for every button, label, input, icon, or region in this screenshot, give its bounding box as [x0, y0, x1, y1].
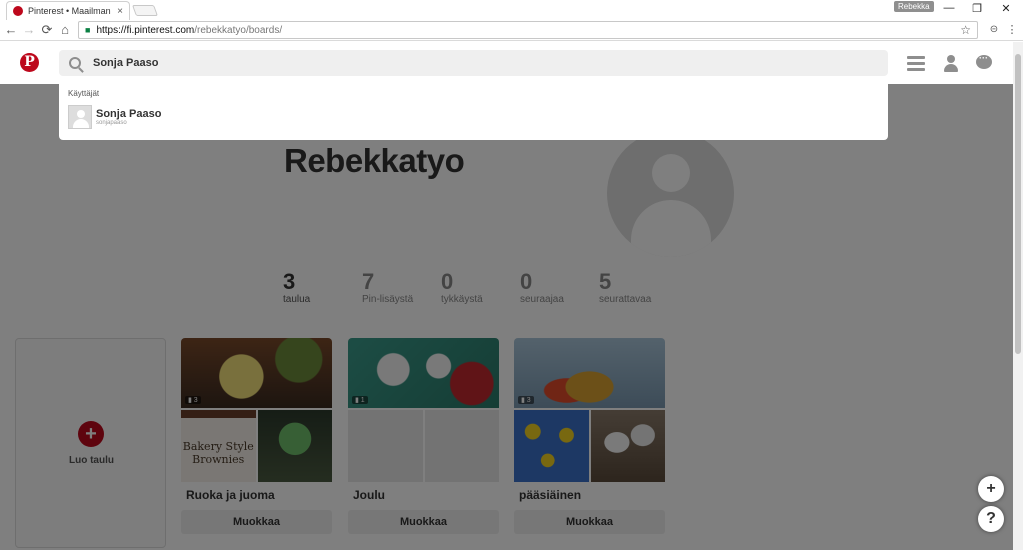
suggestion-name: Sonja Paaso: [96, 108, 162, 120]
tab-title: Pinterest • Maailman kä: [28, 6, 113, 16]
home-icon[interactable]: ⌂: [57, 22, 73, 38]
tab-close-icon[interactable]: ×: [117, 6, 123, 17]
profile-icon[interactable]: [942, 55, 960, 73]
page-scrollbar[interactable]: [1013, 42, 1023, 550]
maximize-icon[interactable]: ❐: [967, 2, 987, 15]
help-button[interactable]: ?: [978, 506, 1004, 532]
browser-tab[interactable]: Pinterest • Maailman kä ×: [6, 1, 130, 20]
site-header: P: [0, 42, 1013, 84]
search-dim-overlay[interactable]: [0, 84, 1013, 550]
pinterest-logo-icon[interactable]: P: [20, 53, 39, 72]
close-window-icon[interactable]: ✕: [996, 2, 1016, 15]
browser-profile-chip[interactable]: Rebekka: [894, 1, 934, 12]
back-icon[interactable]: ←: [3, 22, 19, 38]
address-bar[interactable]: ■ https://fi.pinterest.com/rebekkatyo/bo…: [78, 21, 978, 39]
browser-toolbar: ← → ⟳ ⌂ ■ https://fi.pinterest.com/rebek…: [0, 20, 1023, 41]
page-viewport: P Rebekkatyo 3 taulua 7 Pin-lisäystä 0 t…: [0, 42, 1013, 550]
lock-icon: ■: [85, 25, 91, 35]
search-input[interactable]: [93, 57, 793, 69]
bookmark-star-icon[interactable]: ☆: [960, 23, 971, 37]
browser-tabbar: Pinterest • Maailman kä × Rebekka — ❐ ✕: [0, 0, 1023, 20]
pinterest-favicon-icon: [13, 6, 23, 16]
menu-icon[interactable]: [907, 56, 925, 74]
minimize-icon[interactable]: —: [939, 2, 959, 14]
user-suggestion[interactable]: Sonja Paaso sonjapaaso: [68, 105, 161, 129]
messages-icon[interactable]: [976, 53, 994, 73]
search-suggestions-dropdown: Käyttäjät Sonja Paaso sonjapaaso: [59, 84, 888, 140]
new-tab-button[interactable]: [131, 5, 159, 16]
url-path: /rebekkatyo/boards/: [194, 24, 283, 36]
url-host: https://fi.pinterest.com: [96, 24, 195, 36]
scrollbar-thumb[interactable]: [1015, 54, 1021, 354]
avatar: [68, 105, 92, 129]
extension-icon[interactable]: ⊝: [986, 22, 1002, 38]
users-section-label: Käyttäjät: [68, 89, 100, 98]
browser-menu-icon[interactable]: ⋮: [1004, 22, 1020, 38]
search-bar[interactable]: [59, 50, 888, 76]
reload-icon[interactable]: ⟳: [39, 22, 55, 38]
search-icon: [69, 57, 81, 69]
add-pin-button[interactable]: +: [978, 476, 1004, 502]
suggestion-username: sonjapaaso: [96, 120, 127, 126]
forward-icon[interactable]: →: [21, 22, 37, 38]
